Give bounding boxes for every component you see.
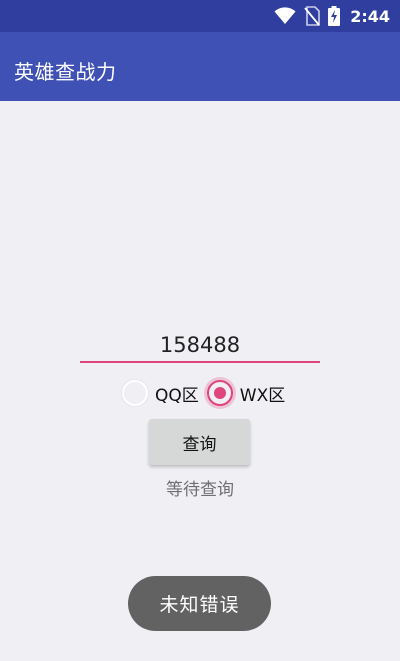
main-content: QQ区 WX区 查询 等待查询 未知错误 [0,101,400,661]
error-toast: 未知错误 [128,576,271,631]
status-bar: 2:44 [0,0,400,32]
id-input-wrapper [80,329,320,365]
input-underline [80,361,320,363]
radio-label-qq: QQ区 [155,385,199,406]
app-title: 英雄查战力 [14,60,117,84]
status-time: 2:44 [350,6,390,26]
radio-option-qq[interactable]: QQ区 [122,380,199,406]
radio-option-wx[interactable]: WX区 [206,380,286,406]
app-bar: 英雄查战力 [0,32,400,101]
wifi-icon [274,7,296,25]
battery-charging-icon [328,6,341,26]
region-radio-group: QQ区 WX区 [122,379,285,407]
radio-label-wx: WX区 [239,385,286,406]
status-icons: 2:44 [274,4,390,28]
radio-button-wx[interactable] [206,380,233,406]
query-status-text: 等待查询 [166,480,234,500]
radio-button-qq[interactable] [122,380,148,406]
app-screen: 2:44 英雄查战力 QQ区 WX区 查询 等待查询 未知错误 [0,0,400,661]
query-button[interactable]: 查询 [149,419,250,465]
id-input[interactable] [80,329,320,361]
no-sim-icon [304,6,321,26]
